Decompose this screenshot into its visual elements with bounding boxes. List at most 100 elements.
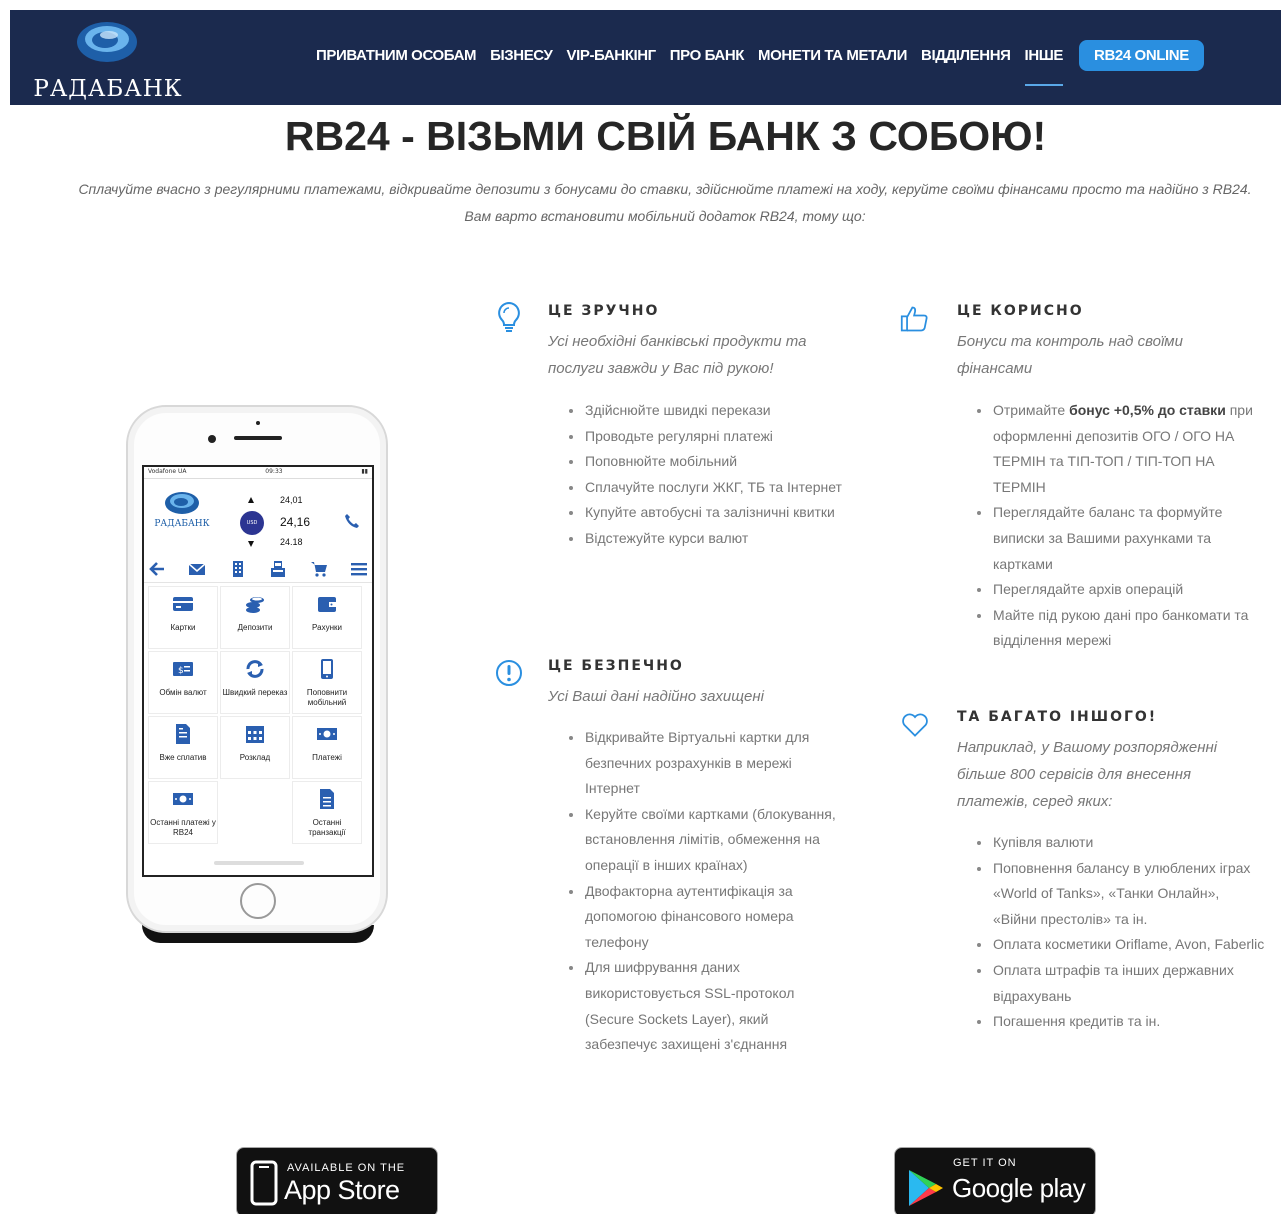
banknote-icon	[173, 793, 193, 805]
menu-icon[interactable]	[350, 560, 368, 578]
tile-label: Вже сплатив	[159, 753, 207, 762]
list-item: Для шифрування даних використовується SS…	[567, 955, 842, 1057]
building-icon[interactable]	[229, 560, 247, 578]
app-toolbar	[144, 555, 372, 583]
alert-icon	[496, 660, 522, 686]
list-item: Відкривайте Віртуальні картки для безпеч…	[567, 725, 842, 802]
tile-payments[interactable]: Платежі	[292, 716, 362, 779]
mail-icon[interactable]	[188, 560, 206, 578]
tile-cards[interactable]: Картки	[148, 586, 218, 649]
google-play-small-text: GET IT ON	[953, 1157, 1017, 1169]
feature-useful-lead: Бонуси та контроль над своїми фінансами	[957, 333, 1183, 377]
tile-label: Розклад	[239, 753, 271, 762]
tile-exchange[interactable]: $ Обмін валют	[148, 651, 218, 714]
tile-schedule[interactable]: Розклад	[220, 716, 290, 779]
battery-icon: ▮▮	[361, 468, 368, 475]
list-item: Отримайте бонус +0,5% до ставки при офор…	[975, 398, 1255, 500]
feature-more-list: Купівля валюти Поповнення балансу в улюб…	[975, 830, 1265, 1035]
nav-branches[interactable]: ВІДДІЛЕННЯ	[921, 47, 1011, 64]
feature-secure-list: Відкривайте Віртуальні картки для безпеч…	[567, 725, 842, 1058]
tile-quick-transfer[interactable]: Швидкий переказ	[220, 651, 290, 714]
heart-icon	[902, 713, 928, 737]
cart-icon[interactable]	[310, 560, 328, 578]
feature-convenient-title: ЦЕ ЗРУЧНО	[548, 303, 660, 319]
svg-text:$: $	[178, 666, 184, 676]
tile-already-paid[interactable]: Вже сплатив	[148, 716, 218, 779]
brand-name: РАДАБАНК	[33, 76, 183, 102]
list-item: Оплата штрафів та інших державних відрах…	[975, 958, 1265, 1009]
list-item: Купівля валюти	[975, 830, 1265, 856]
phone-sensor	[256, 421, 260, 425]
nav-vip[interactable]: VIP-БАНКІНГ	[566, 47, 656, 64]
tile-label: Картки	[170, 623, 196, 632]
call-icon[interactable]	[344, 513, 360, 529]
rb24-online-button[interactable]: RB24 ONLINE	[1079, 40, 1204, 71]
smartphone-icon	[321, 659, 333, 679]
app-header: РАДАБАНК USD 24,01 24,16 24.18	[144, 479, 372, 555]
brand-logo[interactable]: РАДАБАНК	[28, 20, 188, 102]
google-play-icon	[909, 1170, 943, 1206]
list-item: Поповнення балансу в улюблених іграх «Wo…	[975, 856, 1265, 933]
tile-last-payments[interactable]: Останні платежі у RB24	[148, 781, 218, 844]
feature-useful-title: ЦЕ КОРИСНО	[957, 303, 1084, 319]
list-item: Сплачуйте послуги ЖКГ, ТБ та Інтернет	[567, 475, 842, 501]
tile-top-up-mobile[interactable]: Поповнити мобільний	[292, 651, 362, 714]
phone-status-bar: Vodafone UA 09:33 ▮▮	[144, 467, 372, 479]
feature-more-lead: Наприклад, у Вашому розпорядженні більше…	[957, 739, 1218, 810]
tile-last-transactions[interactable]: Останні транзакції	[292, 781, 362, 844]
coins-icon	[246, 597, 264, 613]
brand-logo-mark	[77, 22, 137, 62]
banknote-icon	[317, 728, 337, 740]
feature-secure-title: ЦЕ БЕЗПЕЧНО	[548, 658, 684, 674]
app-logo: РАДАБАНК	[154, 492, 210, 529]
feature-secure-lead: Усі Ваші дані надійно захищені	[548, 688, 764, 705]
list-item: Переглядайте баланс та формуйте виписки …	[975, 500, 1255, 577]
app-store-big-text: App Store	[284, 1175, 400, 1205]
nav-business[interactable]: БІЗНЕСУ	[490, 47, 553, 64]
atm-icon[interactable]	[269, 560, 287, 578]
currency-badge[interactable]: USD	[240, 511, 264, 535]
nav-coins[interactable]: МОНЕТИ ТА МЕТАЛИ	[758, 47, 907, 64]
wallet-icon	[318, 597, 336, 612]
tile-label: Швидкий переказ	[222, 688, 288, 697]
receipt-icon	[176, 724, 190, 744]
rate-main: 24,16	[280, 515, 311, 529]
tile-deposits[interactable]: Депозити	[220, 586, 290, 649]
home-button	[240, 883, 276, 919]
tile-label: Рахунки	[312, 623, 342, 632]
google-play-big-text: Google play	[952, 1173, 1086, 1203]
tile-label: Обмін валют	[159, 688, 207, 697]
lightbulb-icon	[498, 301, 520, 332]
rate-down-icon	[248, 541, 254, 547]
tile-accounts[interactable]: Рахунки	[292, 586, 362, 649]
status-carrier: Vodafone UA	[148, 468, 187, 475]
rate-buy: 24,01	[280, 495, 303, 505]
list-item: Здійснюйте швидкі перекази	[567, 398, 842, 424]
list-item: Купуйте автобусні та залізничні квитки	[567, 500, 842, 526]
list-item: Оплата косметики Oriflame, Avon, Faberli…	[975, 932, 1265, 958]
phone-camera	[208, 435, 216, 443]
nav-other[interactable]: ІНШЕ	[1024, 47, 1064, 86]
back-arrow-icon[interactable]	[148, 560, 166, 578]
google-play-badge[interactable]: GET IT ON Google play	[894, 1147, 1096, 1214]
nav-private[interactable]: ПРИВАТНИМ ОСОБАМ	[316, 47, 477, 64]
feature-useful-list: Отримайте бонус +0,5% до ставки при офор…	[975, 398, 1255, 654]
nav-about[interactable]: ПРО БАНК	[670, 47, 745, 64]
tile-label: Останні платежі у RB24	[150, 818, 216, 837]
exchange-icon: $	[173, 662, 193, 676]
app-store-badge[interactable]: AVAILABLE ON THE App Store	[236, 1147, 438, 1214]
feature-convenient-list: Здійснюйте швидкі перекази Проводьте рег…	[567, 398, 842, 552]
list-item: Переглядайте архів операцій	[975, 577, 1255, 603]
scroll-indicator	[214, 861, 304, 865]
list-item: Майте під рукою дані про банкомати та ві…	[975, 603, 1255, 654]
main-nav: ПРИВАТНИМ ОСОБАМ БІЗНЕСУ VIP-БАНКІНГ ПРО…	[316, 40, 1204, 86]
list-item: Керуйте своїми картками (блокування, вст…	[567, 802, 842, 879]
calendar-icon	[246, 726, 264, 743]
bonus-highlight: бонус +0,5% до ставки	[1069, 402, 1226, 418]
feature-more-title: ТА БАГАТО ІНШОГО!	[957, 709, 1158, 725]
list-item: Поповнюйте мобільний	[567, 449, 842, 475]
rate-sell: 24.18	[280, 537, 303, 547]
tile-label: Платежі	[312, 753, 342, 762]
smartphone-icon	[250, 1160, 278, 1206]
list-item: Відстежуйте курси валют	[567, 526, 842, 552]
